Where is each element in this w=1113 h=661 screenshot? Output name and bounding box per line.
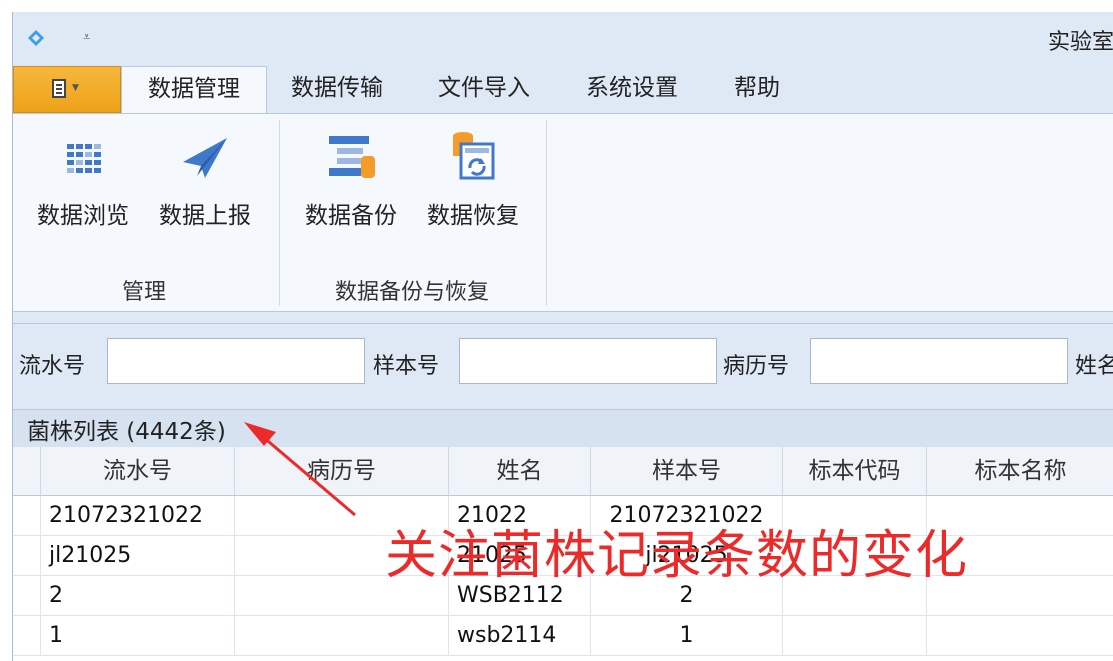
database-restore-icon xyxy=(443,126,503,188)
cell-serial: 2 xyxy=(41,576,235,616)
tab-file-import[interactable]: 文件导入 xyxy=(438,66,530,113)
sample-number-label: 样本号 xyxy=(373,354,440,379)
data-browse-button[interactable]: 数据浏览 xyxy=(29,126,137,230)
row-indicator xyxy=(13,536,41,576)
data-report-button[interactable]: 数据上报 xyxy=(151,126,259,230)
name-label: 姓名 xyxy=(1075,354,1113,379)
row-indicator xyxy=(13,616,41,656)
record-number-input[interactable] xyxy=(810,338,1068,384)
tab-data-management[interactable]: 数据管理 xyxy=(121,66,267,113)
data-restore-button[interactable]: 数据恢复 xyxy=(419,126,527,230)
strain-list-header: 菌株列表 (4442条) xyxy=(13,409,1113,448)
ribbon-tabs: ▼ 数据管理 数据传输 文件导入 系统设置 帮助 xyxy=(13,64,1113,113)
chevron-down-icon: ▼ xyxy=(72,83,79,93)
strain-list-title: 菌株列表 (4442条) xyxy=(27,419,226,445)
data-browse-label: 数据浏览 xyxy=(37,203,129,229)
cell-record xyxy=(235,616,449,656)
column-header-specimen-code[interactable]: 标本代码 xyxy=(783,447,927,495)
data-backup-button[interactable]: 数据备份 xyxy=(297,126,405,230)
grid-icon xyxy=(53,126,113,188)
sample-number-input[interactable] xyxy=(459,338,717,384)
column-header-name[interactable]: 姓名 xyxy=(449,447,591,495)
ribbon-panel: 数据浏览 数据上报 管理 数据备份 数据恢复 数据备份与恢复 xyxy=(13,113,1113,312)
cell-serial: jl21025 xyxy=(41,536,235,576)
row-indicator xyxy=(13,576,41,616)
cell-serial: 21072321022 xyxy=(41,496,235,536)
column-header-record[interactable]: 病历号 xyxy=(235,447,449,495)
row-indicator xyxy=(13,496,41,536)
cell-sample: 1 xyxy=(591,616,783,656)
cell-specimen-name xyxy=(927,616,1113,656)
tab-data-transfer[interactable]: 数据传输 xyxy=(291,66,383,113)
app-logo-icon xyxy=(28,30,44,46)
data-backup-label: 数据备份 xyxy=(305,203,397,229)
row-indicator-header xyxy=(13,447,41,495)
paper-plane-icon xyxy=(175,126,235,188)
cell-serial: 1 xyxy=(41,616,235,656)
group-label-manage: 管理 xyxy=(121,280,166,305)
group-label-backup-restore: 数据备份与恢复 xyxy=(334,280,489,305)
filter-bar: 流水号 样本号 病历号 姓名 xyxy=(13,323,1113,406)
serial-number-label: 流水号 xyxy=(19,354,86,379)
record-number-label: 病历号 xyxy=(723,354,790,379)
column-header-serial[interactable]: 流水号 xyxy=(41,447,235,495)
tab-system-settings[interactable]: 系统设置 xyxy=(586,66,678,113)
quick-access-toolbar-icon[interactable]: ⩡ xyxy=(83,30,90,45)
data-restore-label: 数据恢复 xyxy=(427,203,519,229)
annotation-text: 关注菌株记录条数的变化 xyxy=(385,526,969,586)
table-header-row: 流水号 病历号 姓名 样本号 标本代码 标本名称 xyxy=(13,447,1113,496)
window-title: 实验室 xyxy=(1047,30,1113,55)
ribbon-separator xyxy=(546,120,547,306)
serial-number-input[interactable] xyxy=(107,338,365,384)
file-menu-button[interactable]: ▼ xyxy=(13,66,121,113)
database-backup-icon xyxy=(321,126,381,188)
column-header-specimen-name[interactable]: 标本名称 xyxy=(927,447,1113,495)
document-icon xyxy=(52,79,66,98)
ribbon-separator xyxy=(279,120,280,306)
table-row[interactable]: 1 wsb2114 1 xyxy=(13,616,1113,656)
cell-specimen-code xyxy=(783,616,927,656)
title-bar: ⩡ 实验室 xyxy=(13,12,1113,64)
data-report-label: 数据上报 xyxy=(159,203,251,229)
column-header-sample[interactable]: 样本号 xyxy=(591,447,783,495)
tab-help[interactable]: 帮助 xyxy=(734,66,780,113)
cell-name: wsb2114 xyxy=(449,616,591,656)
